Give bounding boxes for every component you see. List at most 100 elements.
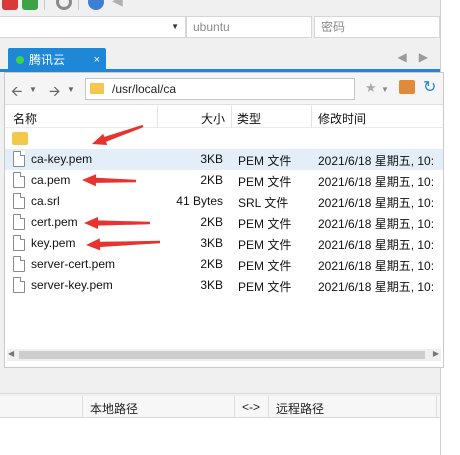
file-name: ca.srl (31, 194, 60, 208)
file-modified: 2021/6/18 星期五, 10: (318, 280, 435, 294)
top-toolbar: ◀ (0, 0, 460, 12)
file-size: 3KB (200, 236, 223, 250)
path-input[interactable]: /usr/local/ca (85, 78, 355, 100)
file-row[interactable]: ca.srl 41 Bytes SRL 文件 2021/6/18 星期五, 10: (5, 191, 443, 212)
chevron-down-icon[interactable]: ▼ (171, 17, 179, 37)
chevron-down-icon[interactable]: ▼ (67, 85, 75, 94)
parent-directory-row[interactable]: .. (5, 129, 443, 155)
column-name[interactable]: 名称 (13, 110, 37, 127)
file-icon (13, 172, 25, 188)
password-placeholder: 密码 (321, 20, 346, 34)
remote-file-panel: 🡨 ▼ 🡪 ▼ /usr/local/ca ★ ▼ ↻ 名称 大小 类型 修改时… (4, 72, 444, 368)
column-modified[interactable]: 修改时间 (318, 110, 366, 127)
file-type: PEM 文件 (238, 238, 292, 252)
transfer-list (0, 418, 440, 455)
chevron-down-icon[interactable]: ▼ (381, 85, 389, 94)
direction-column[interactable]: <-> (242, 400, 260, 414)
password-field[interactable]: 密码 (314, 16, 440, 38)
file-row[interactable]: ca.pem 2KB PEM 文件 2021/6/18 星期五, 10: (5, 170, 443, 191)
column-divider[interactable] (311, 106, 312, 128)
refresh-icon[interactable]: ↻ (423, 77, 436, 97)
file-name: ca.pem (31, 173, 71, 187)
file-icon (13, 277, 25, 293)
file-icon (13, 235, 25, 251)
file-size: 2KB (200, 173, 223, 187)
file-modified: 2021/6/18 星期五, 10: (318, 175, 435, 189)
host-field[interactable]: ▼ (0, 16, 186, 38)
scrollbar-thumb[interactable] (19, 351, 425, 359)
forward-icon[interactable]: 🡪 (49, 81, 60, 105)
file-size: 41 Bytes (176, 194, 223, 208)
file-icon (13, 151, 25, 167)
close-icon[interactable]: × (94, 48, 100, 72)
username-value: ubuntu (193, 20, 230, 34)
file-type: SRL 文件 (238, 196, 289, 210)
bookmark-star-icon[interactable]: ★ (365, 80, 377, 96)
file-size: 2KB (200, 257, 223, 271)
file-name: server-key.pem (31, 278, 113, 292)
column-divider[interactable] (82, 396, 83, 418)
column-divider[interactable] (234, 396, 235, 418)
file-type: PEM 文件 (238, 259, 292, 273)
file-name: server-cert.pem (31, 257, 116, 271)
info-icon[interactable] (88, 0, 104, 10)
toolbar-divider (44, 0, 45, 10)
column-divider[interactable] (268, 396, 269, 418)
tab-session[interactable]: 腾讯云 × (8, 48, 106, 72)
file-size: 3KB (200, 152, 223, 166)
session-bar: ▼ ubuntu 密码 (0, 14, 440, 40)
chevron-down-icon[interactable]: ▼ (29, 85, 37, 94)
file-icon (13, 193, 25, 209)
file-size: 3KB (200, 278, 223, 292)
remote-path-column[interactable]: 远程路径 (276, 400, 324, 417)
file-icon (13, 256, 25, 272)
home-folder-icon[interactable] (399, 80, 415, 94)
file-type: PEM 文件 (238, 154, 292, 168)
column-divider[interactable] (436, 396, 437, 418)
path-text: /usr/local/ca (112, 82, 177, 96)
horizontal-scrollbar[interactable]: ◀ ▶ (7, 349, 441, 361)
file-row[interactable]: server-cert.pem 2KB PEM 文件 2021/6/18 星期五, 1… (5, 254, 443, 275)
column-divider[interactable] (231, 106, 232, 128)
username-field[interactable]: ubuntu (186, 16, 312, 38)
toolbar-divider (78, 0, 79, 10)
file-icon (13, 214, 25, 230)
column-divider[interactable] (157, 106, 158, 128)
transfer-header: 本地路径 <-> 远程路径 (0, 396, 440, 418)
tab-bar: 腾讯云 × ◀▶ (0, 42, 440, 72)
file-modified: 2021/6/18 星期五, 10: (318, 217, 435, 231)
column-header: 名称 大小 类型 修改时间 (5, 106, 443, 128)
file-list: .. ca-key.pem 3KB PEM 文件 2021/6/18 星期五, 10:… (5, 129, 443, 296)
back-arrow-icon[interactable]: ◀ (112, 0, 128, 8)
back-icon[interactable]: 🡨 (11, 81, 22, 105)
red-toolbar-icon[interactable] (2, 0, 18, 10)
column-type[interactable]: 类型 (237, 110, 261, 127)
folder-icon (12, 132, 28, 145)
local-path-column[interactable]: 本地路径 (90, 400, 138, 417)
file-row[interactable]: key.pem 3KB PEM 文件 2021/6/18 星期五, 10: (5, 233, 443, 254)
gear-icon[interactable] (56, 0, 72, 10)
navigation-bar: 🡨 ▼ 🡪 ▼ /usr/local/ca ★ ▼ ↻ (5, 73, 443, 105)
green-toolbar-icon[interactable] (22, 0, 38, 10)
file-name: cert.pem (31, 215, 78, 229)
file-name: ca-key.pem (31, 152, 93, 166)
file-modified: 2021/6/18 星期五, 10: (318, 259, 435, 273)
file-type: PEM 文件 (238, 217, 292, 231)
file-modified: 2021/6/18 星期五, 10: (318, 196, 435, 210)
file-type: PEM 文件 (238, 280, 292, 294)
tab-scroll-arrows[interactable]: ◀▶ (398, 50, 440, 64)
file-row[interactable]: server-key.pem 3KB PEM 文件 2021/6/18 星期五, 10… (5, 275, 443, 296)
tab-label: 腾讯云 (29, 53, 66, 67)
file-row[interactable]: ca-key.pem 3KB PEM 文件 2021/6/18 星期五, 10: (5, 149, 443, 170)
scroll-left-icon[interactable]: ◀ (8, 349, 14, 358)
file-modified: 2021/6/18 星期五, 10: (318, 238, 435, 252)
file-type: PEM 文件 (238, 175, 292, 189)
file-name: key.pem (31, 236, 76, 250)
file-modified: 2021/6/18 星期五, 10: (318, 154, 435, 168)
folder-icon (90, 83, 104, 94)
connected-status-icon (16, 56, 24, 64)
column-size[interactable]: 大小 (201, 110, 225, 127)
scroll-right-icon[interactable]: ▶ (433, 349, 439, 358)
file-row[interactable]: cert.pem 2KB PEM 文件 2021/6/18 星期五, 10: (5, 212, 443, 233)
file-size: 2KB (200, 215, 223, 229)
